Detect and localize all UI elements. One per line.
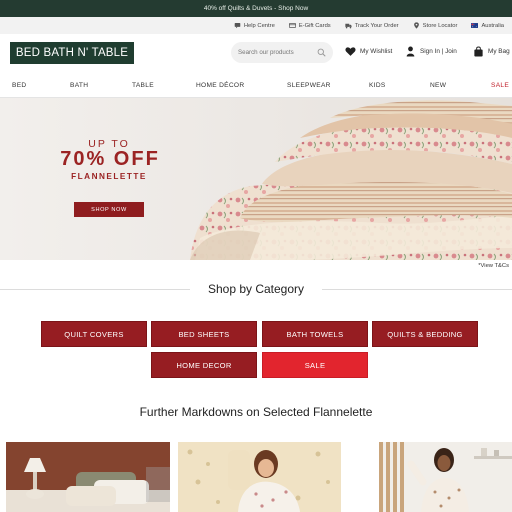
- logo-text: BED BATH N' TABLE: [15, 47, 129, 59]
- hero-discount-text: 70% OFF: [60, 148, 160, 170]
- australia-flag-icon: [471, 23, 479, 28]
- category-sale-button[interactable]: SALE: [262, 352, 368, 378]
- category-quilts-bedding-button[interactable]: QUILTS & BEDDING: [372, 321, 478, 347]
- shop-by-category-title: Shop by Category: [207, 282, 305, 296]
- category-bath-towels-button[interactable]: BATH TOWELS: [262, 321, 368, 347]
- wishlist-label: My Wishlist: [360, 48, 393, 55]
- truck-icon: [345, 23, 352, 29]
- country-selector[interactable]: Australia: [471, 22, 504, 29]
- gift-card-icon: [288, 23, 296, 28]
- product-bedroom-image: [6, 442, 170, 512]
- utility-bar: Help Centre E-Gift Cards Track Your Orde…: [0, 17, 512, 34]
- e-gift-cards-label: E-Gift Cards: [298, 22, 331, 29]
- further-markdowns-title: Further Markdowns on Selected Flannelett…: [139, 405, 373, 419]
- help-centre-label: Help Centre: [243, 22, 275, 29]
- e-gift-cards-link[interactable]: E-Gift Cards: [288, 22, 331, 29]
- search-input[interactable]: [238, 49, 314, 56]
- heart-icon: [345, 47, 356, 56]
- view-terms-link[interactable]: *View T&Cs: [478, 263, 509, 269]
- store-locator-link[interactable]: Store Locator: [413, 22, 458, 29]
- nav-item-sleepwear[interactable]: SLEEPWEAR: [287, 82, 331, 89]
- hero-category-text: FLANNELETTE: [71, 172, 147, 181]
- sign-in-label: Sign In | Join: [420, 48, 457, 55]
- nav-item-home-decor[interactable]: HOME DÉCOR: [196, 82, 244, 89]
- store-locator-label: Store Locator: [422, 22, 458, 29]
- nav-item-sale[interactable]: SALE: [491, 82, 509, 89]
- product-kitchen-image: [379, 442, 512, 512]
- country-label: Australia: [481, 22, 504, 29]
- category-quilt-covers-button[interactable]: QUILT COVERS: [41, 321, 147, 347]
- track-order-link[interactable]: Track Your Order: [345, 22, 399, 29]
- user-icon: [406, 46, 415, 57]
- bag-link[interactable]: My Bag: [473, 46, 510, 57]
- product-tile-bedroom[interactable]: [6, 442, 170, 512]
- location-pin-icon: [413, 22, 419, 29]
- shop-now-button[interactable]: SHOP NOW: [74, 202, 144, 217]
- bag-label: My Bag: [488, 48, 510, 55]
- site-logo[interactable]: BED BATH N' TABLE: [10, 42, 134, 64]
- chat-icon: [234, 23, 241, 29]
- shopping-bag-icon: [474, 46, 483, 57]
- search-icon[interactable]: [317, 48, 326, 57]
- promo-banner[interactable]: 40% off Quilts & Duvets - Shop Now: [0, 0, 512, 17]
- product-tile-pajamas-bed[interactable]: [178, 442, 341, 512]
- nav-item-bed[interactable]: BED: [12, 82, 26, 89]
- nav-item-kids[interactable]: KIDS: [369, 82, 386, 89]
- main-nav: BED BATH TABLE HOME DÉCOR SLEEPWEAR KIDS…: [0, 74, 512, 98]
- promo-text[interactable]: 40% off Quilts & Duvets - Shop Now: [204, 5, 308, 12]
- wishlist-link[interactable]: My Wishlist: [345, 46, 392, 57]
- help-centre-link[interactable]: Help Centre: [234, 22, 275, 29]
- category-home-decor-button[interactable]: HOME DECOR: [151, 352, 257, 378]
- product-tile-kitchen[interactable]: [379, 442, 512, 512]
- nav-item-new[interactable]: NEW: [430, 82, 446, 89]
- search-bar[interactable]: [231, 42, 333, 63]
- sign-in-link[interactable]: Sign In | Join: [405, 46, 457, 57]
- category-bed-sheets-button[interactable]: BED SHEETS: [151, 321, 257, 347]
- track-order-label: Track Your Order: [354, 22, 399, 29]
- nav-item-bath[interactable]: BATH: [70, 82, 88, 89]
- product-pajamas-image: [178, 442, 341, 512]
- site-header: BED BATH N' TABLE My Wishlist Sign In | …: [0, 34, 512, 74]
- nav-item-table[interactable]: TABLE: [132, 82, 154, 89]
- hero-banner[interactable]: UP TO 70% OFF FLANNELETTE SHOP NOW: [0, 98, 512, 260]
